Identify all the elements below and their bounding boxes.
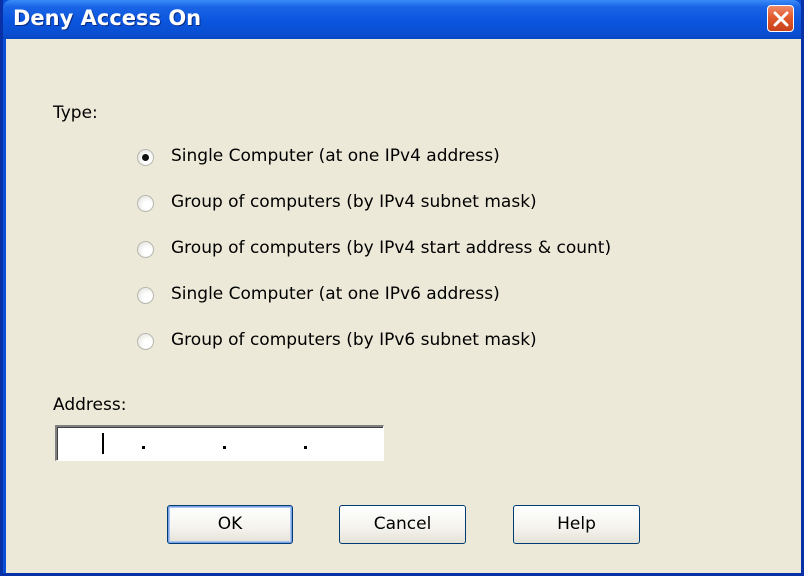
dialog-window: Deny Access On Type: Single Computer (at…	[0, 0, 804, 576]
window-title: Deny Access On	[13, 6, 202, 30]
radio-button[interactable]	[137, 195, 154, 212]
radio-label: Single Computer (at one IPv6 address)	[171, 284, 500, 304]
octet-separator	[223, 446, 226, 449]
radio-button[interactable]	[137, 241, 154, 258]
type-label: Type:	[53, 103, 98, 123]
radio-label: Group of computers (by IPv6 subnet mask)	[171, 330, 537, 350]
help-button[interactable]: Help	[513, 505, 640, 544]
close-button[interactable]	[767, 5, 794, 32]
cancel-button[interactable]: Cancel	[339, 505, 466, 544]
octet-separator	[142, 446, 145, 449]
octet-separator	[304, 446, 307, 449]
radio-button[interactable]	[137, 333, 154, 350]
address-label: Address:	[53, 395, 127, 415]
radio-button[interactable]	[137, 149, 154, 166]
radio-button[interactable]	[137, 287, 154, 304]
radio-label: Single Computer (at one IPv4 address)	[171, 146, 500, 166]
ok-button[interactable]: OK	[167, 505, 293, 544]
title-bar[interactable]: Deny Access On	[3, 0, 801, 39]
dialog-body: Type: Single Computer (at one IPv4 addre…	[6, 39, 801, 573]
text-cursor	[102, 433, 104, 454]
ip-address-field[interactable]	[55, 425, 384, 461]
close-icon	[773, 11, 789, 27]
radio-label: Group of computers (by IPv4 start addres…	[171, 238, 612, 258]
radio-label: Group of computers (by IPv4 subnet mask)	[171, 192, 537, 212]
